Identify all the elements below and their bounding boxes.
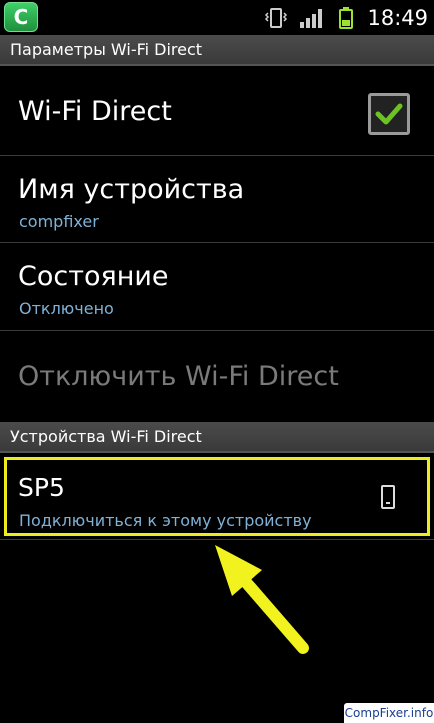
watermark: CompFixer.info [344,703,434,723]
annotation-arrow-icon [215,545,309,654]
